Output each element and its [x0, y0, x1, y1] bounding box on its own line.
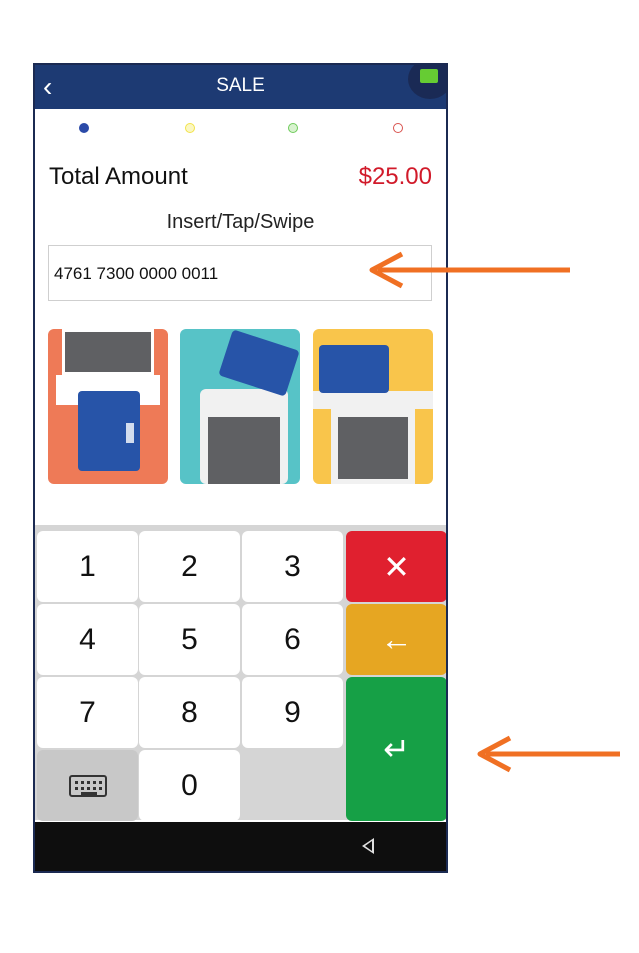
left-arrow-icon: ← — [380, 621, 413, 657]
swipe-card-illustration — [313, 329, 433, 484]
key-6[interactable]: 6 — [242, 604, 343, 675]
step-indicator-4 — [393, 123, 403, 133]
enter-button[interactable]: ↵ — [346, 677, 446, 821]
key-7[interactable]: 7 — [37, 677, 138, 748]
insert-card-illustration — [48, 329, 168, 484]
step-indicator-3 — [288, 123, 298, 133]
card-icon — [319, 345, 389, 393]
title-bar: ‹ SALE — [35, 65, 446, 109]
x-icon: ✕ — [383, 548, 410, 585]
key-3[interactable]: 3 — [242, 531, 343, 602]
tap-card-illustration — [180, 329, 300, 484]
key-5[interactable]: 5 — [139, 604, 240, 675]
annotation-arrow-enter-button — [477, 735, 620, 773]
total-amount-value: $25.00 — [358, 163, 432, 190]
cancel-button[interactable]: ✕ — [346, 531, 446, 602]
nav-back-icon[interactable] — [362, 838, 374, 854]
key-4[interactable]: 4 — [37, 604, 138, 675]
keyboard-icon — [68, 774, 107, 797]
step-indicator-2 — [185, 123, 195, 133]
keyboard-toggle-button[interactable] — [37, 750, 138, 821]
key-2[interactable]: 2 — [139, 531, 240, 602]
numeric-keypad: 1 2 3 4 5 6 7 8 9 0 ✕ ← ↵ — [35, 525, 446, 821]
key-9[interactable]: 9 — [242, 677, 343, 748]
key-1[interactable]: 1 — [37, 531, 138, 602]
key-8[interactable]: 8 — [139, 677, 240, 748]
page-title: SALE — [216, 75, 265, 96]
backspace-button[interactable]: ← — [346, 604, 446, 675]
card-icon — [218, 329, 300, 397]
card-icon — [78, 391, 140, 471]
android-nav-bar — [35, 822, 446, 871]
status-indicator-icon — [408, 65, 446, 99]
annotation-arrow-card-field — [369, 251, 570, 289]
pos-terminal-screen: ‹ SALE Total Amount $25.00 Insert/Tap/Sw… — [33, 63, 448, 873]
key-0[interactable]: 0 — [139, 750, 240, 821]
card-instruction: Insert/Tap/Swipe — [166, 211, 315, 233]
enter-icon: ↵ — [383, 731, 410, 767]
step-indicator-1 — [79, 123, 89, 133]
total-amount-label: Total Amount — [49, 163, 188, 190]
